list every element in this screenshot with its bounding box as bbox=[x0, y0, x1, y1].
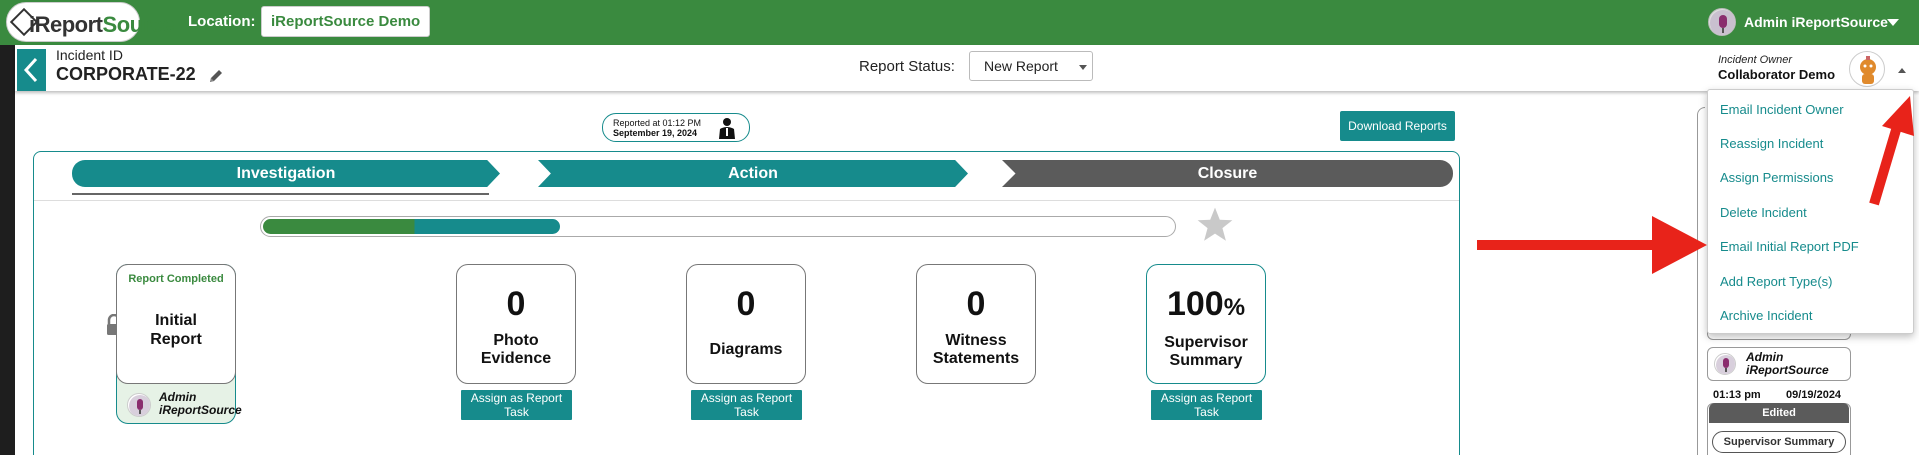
witness-statements-count: 0 bbox=[966, 285, 986, 323]
location-selector[interactable]: iReportSource Demo bbox=[261, 6, 431, 37]
report-status-label: Report Status: bbox=[859, 58, 955, 75]
reported-time: Reported at 01:12 PM bbox=[613, 118, 702, 128]
red-arrow-right-annotation-icon bbox=[1477, 216, 1707, 274]
menu-item-archive-incident[interactable]: Archive Incident bbox=[1720, 308, 1813, 323]
left-edge-strip bbox=[0, 45, 15, 455]
reported-date: September 19, 2024 bbox=[613, 128, 698, 138]
admin-avatar[interactable] bbox=[1708, 8, 1736, 36]
stage-investigation[interactable]: Investigation bbox=[72, 160, 500, 187]
witness-statements-card[interactable]: 0 Witness Statements bbox=[916, 264, 1036, 384]
stage-action[interactable]: Action bbox=[538, 160, 968, 187]
supervisor-summary-label: Supervisor Summary bbox=[1164, 334, 1248, 369]
initial-report-card-body: Report Completed Initial Report bbox=[116, 264, 236, 384]
logo-text: iReportSource bbox=[29, 12, 175, 37]
reported-timestamp-badge: Reported at 01:12 PM September 19, 2024 bbox=[602, 113, 750, 142]
ireportsource-logo[interactable]: iReportSource bbox=[6, 2, 175, 42]
photo-evidence-label: Photo Evidence bbox=[480, 332, 552, 367]
photo-evidence-card[interactable]: 0 Photo Evidence bbox=[456, 264, 576, 384]
activity-panel-border bbox=[1697, 107, 1705, 455]
incident-owner-label: Incident Owner bbox=[1718, 54, 1792, 66]
menu-item-delete-incident[interactable]: Delete Incident bbox=[1720, 205, 1807, 220]
top-bar: iReportSource Location: iReportSource De… bbox=[0, 0, 1919, 45]
activity-date: 09/19/2024 bbox=[1786, 389, 1842, 401]
initial-report-title: Initial Report bbox=[150, 312, 202, 348]
activity-time: 01:13 pm bbox=[1713, 389, 1761, 401]
report-author-avatar bbox=[127, 393, 151, 417]
menu-item-assign-permissions[interactable]: Assign Permissions bbox=[1720, 170, 1833, 185]
owner-avatar[interactable] bbox=[1849, 51, 1885, 87]
reporter-person-icon bbox=[719, 118, 735, 139]
pencil-icon[interactable] bbox=[208, 68, 224, 84]
select-caret-icon bbox=[1079, 65, 1087, 70]
diagrams-label: Diagrams bbox=[709, 341, 783, 358]
report-status-select[interactable]: New Report bbox=[969, 51, 1093, 81]
report-completed-label: Report Completed bbox=[128, 273, 224, 285]
incident-id-label: Incident ID bbox=[56, 47, 123, 63]
incident-id: CORPORATE-22 bbox=[56, 64, 196, 84]
diagrams-count: 0 bbox=[736, 285, 756, 323]
incident-owner-name: Collaborator Demo bbox=[1718, 67, 1836, 82]
activity-user-avatar bbox=[1714, 353, 1736, 375]
panel-divider bbox=[34, 200, 1459, 201]
supervisor-summary-card[interactable]: 100% Supervisor Summary bbox=[1146, 264, 1266, 384]
activity-user-card: Admin iReportSource bbox=[1707, 347, 1851, 381]
report-status-value: New Report bbox=[984, 58, 1058, 74]
progress-bar-fill bbox=[263, 219, 560, 234]
report-author-name: Admin iReportSource bbox=[159, 390, 242, 417]
supervisor-summary-percent: 100% bbox=[1166, 285, 1246, 323]
location-label: Location: bbox=[188, 13, 256, 30]
menu-item-reassign-incident[interactable]: Reassign Incident bbox=[1720, 136, 1823, 151]
assign-supervisor-summary-button[interactable]: Assign as Report Task bbox=[1151, 390, 1262, 420]
edited-badge: Edited bbox=[1709, 403, 1849, 423]
activity-user-name: Admin iReportSource bbox=[1746, 350, 1829, 377]
diagrams-card[interactable]: 0 Diagrams bbox=[686, 264, 806, 384]
red-arrow-up-annotation-icon bbox=[1869, 96, 1914, 206]
witness-statements-label: Witness Statements bbox=[932, 332, 1020, 367]
stage-closure[interactable]: Closure bbox=[1002, 160, 1453, 187]
admin-menu-caret-icon[interactable] bbox=[1887, 19, 1899, 26]
admin-user-name[interactable]: Admin iReportSource bbox=[1744, 14, 1888, 30]
photo-evidence-count: 0 bbox=[506, 285, 526, 323]
back-button[interactable] bbox=[17, 49, 46, 91]
menu-item-add-report-types[interactable]: Add Report Type(s) bbox=[1720, 274, 1832, 289]
incident-header: Incident ID CORPORATE-22 Report Status: … bbox=[15, 45, 1919, 91]
assign-photo-evidence-button[interactable]: Assign as Report Task bbox=[461, 390, 572, 420]
initial-report-card[interactable]: Report Completed Initial Report Admin iRep… bbox=[116, 264, 242, 424]
workflow-panel: Investigation Action Closure Report Comp… bbox=[33, 151, 1460, 455]
download-reports-button[interactable]: Download Reports bbox=[1340, 111, 1455, 141]
active-stage-underline bbox=[72, 193, 489, 195]
star-icon bbox=[1197, 207, 1233, 241]
chevron-left-icon bbox=[23, 57, 38, 83]
menu-item-email-initial-report-pdf[interactable]: Email Initial Report PDF bbox=[1720, 239, 1859, 254]
activity-supervisor-summary-chip[interactable]: Supervisor Summary bbox=[1712, 431, 1846, 453]
assign-diagrams-button[interactable]: Assign as Report Task bbox=[691, 390, 802, 420]
progress-bar bbox=[260, 216, 1176, 237]
owner-menu-caret-icon[interactable] bbox=[1898, 68, 1906, 73]
menu-item-email-incident-owner[interactable]: Email Incident Owner bbox=[1720, 102, 1844, 117]
